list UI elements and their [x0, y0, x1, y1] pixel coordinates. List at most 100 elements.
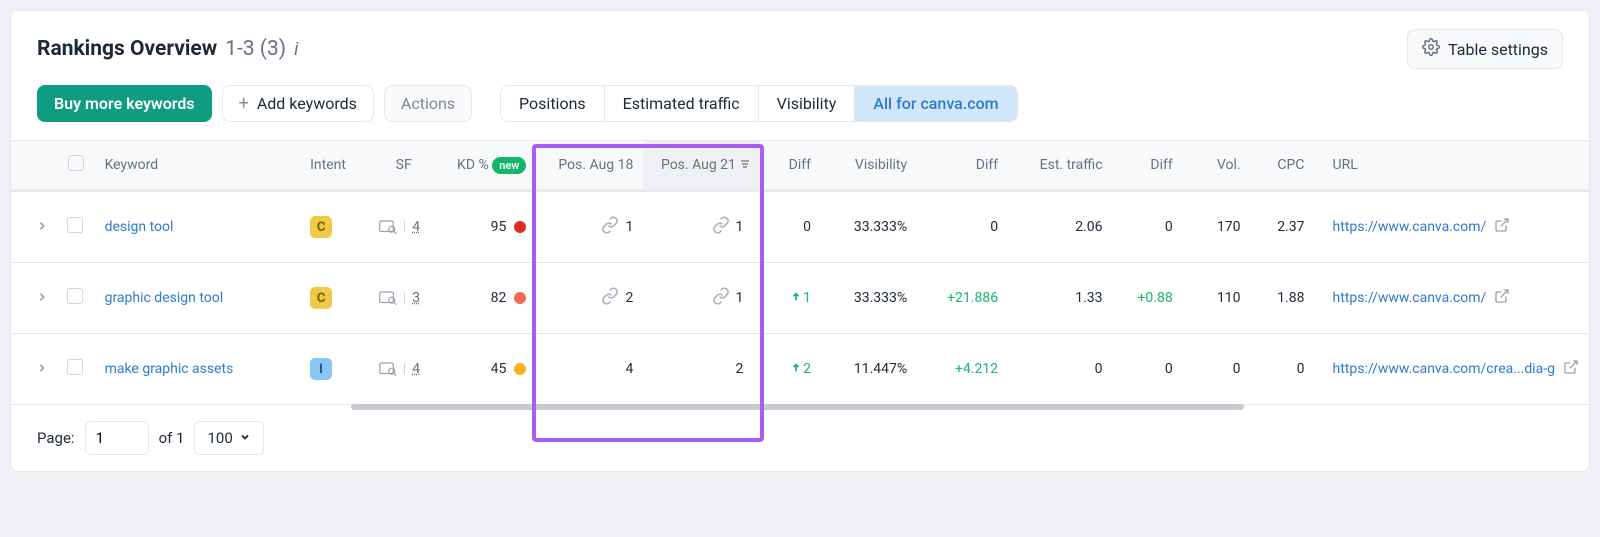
- table-row: design tool C |4 95 1 1 0 33.333% 0 2.06…: [11, 191, 1589, 263]
- link-icon: [712, 216, 730, 238]
- url-link[interactable]: https://www.canva.com/: [1332, 219, 1486, 235]
- serp-features[interactable]: |3: [379, 290, 429, 306]
- diff3-cell: +0.88: [1113, 263, 1183, 334]
- page-of-label: of 1: [159, 429, 185, 447]
- sort-icon: [739, 157, 751, 173]
- pager: Page: of 1 100: [11, 405, 1589, 471]
- tab-all-for-canva-com[interactable]: All for canva.com: [855, 86, 1016, 121]
- visibility-cell: 33.333%: [821, 191, 925, 263]
- est-cell: 2.06: [1008, 191, 1112, 263]
- pos1-cell: 4: [536, 334, 643, 405]
- cpc-cell: 2.37: [1251, 191, 1315, 263]
- url-link[interactable]: https://www.canva.com/crea...dia-g: [1332, 361, 1555, 377]
- col-intent[interactable]: Intent: [300, 141, 369, 191]
- est-cell: 0: [1008, 334, 1112, 405]
- row-checkbox[interactable]: [67, 217, 83, 233]
- col-vol[interactable]: Vol.: [1183, 141, 1251, 191]
- intent-badge: I: [310, 358, 332, 380]
- col-cpc[interactable]: CPC: [1251, 141, 1315, 191]
- diff3-cell: 0: [1113, 334, 1183, 405]
- table-settings-button[interactable]: Table settings: [1407, 29, 1563, 69]
- col-pos-aug21[interactable]: Pos. Aug 21: [643, 141, 761, 191]
- settings-label: Table settings: [1448, 40, 1548, 59]
- expand-row[interactable]: [37, 361, 47, 377]
- arrow-up-icon: [791, 290, 801, 306]
- checkbox-icon: [68, 155, 84, 171]
- url-link[interactable]: https://www.canva.com/: [1332, 290, 1486, 306]
- col-diff1[interactable]: Diff: [761, 141, 821, 191]
- gear-icon: [1422, 38, 1440, 60]
- pos2-cell: 1: [643, 263, 761, 334]
- rankings-table: Keyword Intent SF KD % new Pos. Aug 18 P…: [11, 141, 1589, 405]
- diff1-cell: 1: [761, 263, 821, 334]
- intent-badge: C: [310, 287, 332, 309]
- diff1-cell: 0: [761, 191, 821, 263]
- kd-dot: [514, 221, 526, 233]
- keyword-link[interactable]: graphic design tool: [105, 290, 224, 306]
- vol-cell: 0: [1183, 334, 1251, 405]
- buy-keywords-button[interactable]: Buy more keywords: [37, 85, 212, 122]
- col-sf[interactable]: SF: [369, 141, 439, 191]
- table-row: make graphic assets I |4 45 4 2 2 11.447…: [11, 334, 1589, 405]
- actions-button[interactable]: Actions: [384, 85, 472, 122]
- diff2-cell: 0: [925, 191, 1008, 263]
- diff2-cell: +21.886: [925, 263, 1008, 334]
- diff2-cell: +4.212: [925, 334, 1008, 405]
- external-link-icon[interactable]: [1494, 217, 1510, 237]
- est-cell: 1.33: [1008, 263, 1112, 334]
- metric-tabs: PositionsEstimated trafficVisibilityAll …: [500, 85, 1018, 122]
- col-check-all[interactable]: [57, 141, 95, 191]
- keyword-link[interactable]: design tool: [105, 219, 174, 235]
- horizontal-scrollbar[interactable]: [351, 404, 1244, 410]
- visibility-cell: 33.333%: [821, 263, 925, 334]
- col-keyword[interactable]: Keyword: [95, 141, 301, 191]
- tab-estimated-traffic[interactable]: Estimated traffic: [605, 86, 759, 121]
- col-diff3[interactable]: Diff: [1113, 141, 1183, 191]
- info-icon[interactable]: i: [294, 39, 298, 60]
- cpc-cell: 0: [1251, 334, 1315, 405]
- link-icon: [712, 287, 730, 309]
- serp-features[interactable]: |4: [379, 219, 429, 235]
- kd-dot: [514, 363, 526, 375]
- serp-features[interactable]: |4: [379, 361, 429, 377]
- kd-cell: 82: [449, 290, 527, 306]
- title-text: Rankings Overview: [37, 37, 217, 61]
- vol-cell: 170: [1183, 191, 1251, 263]
- cpc-cell: 1.88: [1251, 263, 1315, 334]
- tab-positions[interactable]: Positions: [501, 86, 605, 121]
- new-badge: new: [492, 157, 526, 174]
- add-keywords-label: Add keywords: [257, 94, 357, 113]
- row-checkbox[interactable]: [67, 288, 83, 304]
- external-link-icon[interactable]: [1494, 288, 1510, 308]
- pos2-label: Pos. Aug 21: [661, 157, 736, 173]
- rankings-panel: Rankings Overview 1-3 (3) i Table settin…: [10, 10, 1590, 472]
- keyword-link[interactable]: make graphic assets: [105, 361, 234, 377]
- tab-visibility[interactable]: Visibility: [759, 86, 856, 121]
- page-title: Rankings Overview 1-3 (3) i: [37, 37, 298, 61]
- expand-row[interactable]: [37, 219, 47, 235]
- col-est[interactable]: Est. traffic: [1008, 141, 1112, 191]
- plus-icon: +: [239, 95, 249, 113]
- col-visibility[interactable]: Visibility: [821, 141, 925, 191]
- page-input[interactable]: [85, 421, 149, 455]
- col-url[interactable]: URL: [1314, 141, 1589, 191]
- add-keywords-button[interactable]: + Add keywords: [222, 85, 374, 122]
- col-kd[interactable]: KD % new: [439, 141, 537, 191]
- panel-header: Rankings Overview 1-3 (3) i Table settin…: [11, 11, 1589, 81]
- intent-badge: C: [310, 216, 332, 238]
- row-checkbox[interactable]: [67, 359, 83, 375]
- toolbar: Buy more keywords + Add keywords Actions…: [11, 81, 1589, 141]
- diff3-cell: 0: [1113, 191, 1183, 263]
- chevron-down-icon: [239, 429, 251, 447]
- page-size-select[interactable]: 100: [194, 421, 263, 455]
- col-pos-aug18[interactable]: Pos. Aug 18: [536, 141, 643, 191]
- table-row: graphic design tool C |3 82 2 1 1 33.333…: [11, 263, 1589, 334]
- external-link-icon[interactable]: [1563, 359, 1579, 379]
- page-size-value: 100: [207, 429, 232, 447]
- page-label: Page:: [37, 429, 75, 447]
- table-wrapper: Keyword Intent SF KD % new Pos. Aug 18 P…: [11, 141, 1589, 405]
- link-icon: [601, 287, 619, 309]
- expand-row[interactable]: [37, 290, 47, 306]
- col-diff2[interactable]: Diff: [925, 141, 1008, 191]
- title-range: 1-3 (3): [225, 37, 286, 61]
